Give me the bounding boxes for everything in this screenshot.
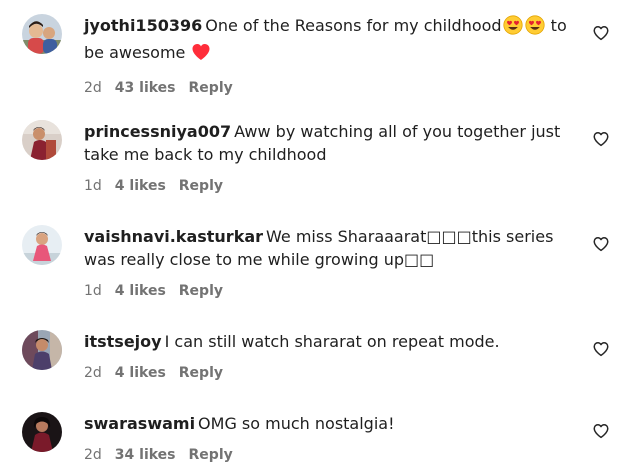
timestamp[interactable]: 2d bbox=[84, 365, 102, 381]
like-button[interactable] bbox=[592, 340, 610, 358]
heart-outline-icon bbox=[593, 25, 609, 41]
username[interactable]: princessniya007 bbox=[84, 122, 231, 141]
like-button[interactable] bbox=[592, 235, 610, 253]
avatar[interactable] bbox=[22, 14, 62, 54]
like-button[interactable] bbox=[592, 24, 610, 42]
heart-eyes-emoji-icon bbox=[524, 15, 545, 41]
reply-button[interactable]: Reply bbox=[179, 283, 223, 299]
username[interactable]: jyothi150396 bbox=[84, 16, 202, 35]
avatar-image bbox=[22, 120, 62, 160]
comment-meta: 2d 4 likes Reply bbox=[84, 364, 576, 382]
comment-text: jyothi150396 One of the Reasons for my ch… bbox=[84, 14, 576, 68]
heart-outline-icon bbox=[593, 236, 609, 252]
comment-body: I can still watch shararat on repeat mod… bbox=[164, 332, 500, 351]
heart-eyes-emoji-icon bbox=[502, 15, 523, 41]
timestamp[interactable]: 2d bbox=[84, 80, 102, 96]
likes-count[interactable]: 4 likes bbox=[115, 365, 166, 381]
avatar[interactable] bbox=[22, 225, 62, 265]
comment-body: OMG so much nostalgia! bbox=[198, 414, 395, 433]
timestamp[interactable]: 1d bbox=[84, 178, 102, 194]
likes-count[interactable]: 4 likes bbox=[115, 283, 166, 299]
likes-count[interactable]: 43 likes bbox=[115, 80, 176, 96]
comment-meta: 1d 4 likes Reply bbox=[84, 177, 576, 195]
comment-meta: 2d 43 likes Reply bbox=[84, 79, 576, 97]
avatar[interactable] bbox=[22, 120, 62, 160]
likes-count[interactable]: 4 likes bbox=[115, 178, 166, 194]
comment-meta: 2d 34 likes Reply bbox=[84, 446, 576, 464]
reply-button[interactable]: Reply bbox=[179, 178, 223, 194]
avatar-image bbox=[22, 14, 62, 54]
timestamp[interactable]: 1d bbox=[84, 283, 102, 299]
comments-list: jyothi150396 One of the Reasons for my ch… bbox=[0, 0, 625, 472]
avatar[interactable] bbox=[22, 330, 62, 370]
avatar-image bbox=[22, 330, 62, 370]
red-heart-emoji-icon bbox=[191, 42, 211, 68]
timestamp[interactable]: 2d bbox=[84, 447, 102, 463]
reply-button[interactable]: Reply bbox=[179, 365, 223, 381]
username[interactable]: vaishnavi.kasturkar bbox=[84, 227, 263, 246]
comment-body: One of the Reasons for my childhood bbox=[205, 16, 502, 35]
avatar[interactable] bbox=[22, 412, 62, 452]
avatar-image bbox=[22, 412, 62, 452]
comment-text: princessniya007 Aww by watching all of yo… bbox=[84, 120, 576, 166]
comment-meta: 1d 4 likes Reply bbox=[84, 282, 576, 300]
reply-button[interactable]: Reply bbox=[189, 447, 233, 463]
likes-count[interactable]: 34 likes bbox=[115, 447, 176, 463]
heart-outline-icon bbox=[593, 341, 609, 357]
comment-text: itstsejoy I can still watch shararat on r… bbox=[84, 330, 576, 353]
avatar-image bbox=[22, 225, 62, 265]
heart-outline-icon bbox=[593, 423, 609, 439]
comment-text: vaishnavi.kasturkar We miss Sharaaarat□□□… bbox=[84, 225, 576, 271]
username[interactable]: itstsejoy bbox=[84, 332, 162, 351]
like-button[interactable] bbox=[592, 422, 610, 440]
like-button[interactable] bbox=[592, 130, 610, 148]
reply-button[interactable]: Reply bbox=[189, 80, 233, 96]
comment-text: swaraswami OMG so much nostalgia! bbox=[84, 412, 576, 435]
username[interactable]: swaraswami bbox=[84, 414, 195, 433]
heart-outline-icon bbox=[593, 131, 609, 147]
